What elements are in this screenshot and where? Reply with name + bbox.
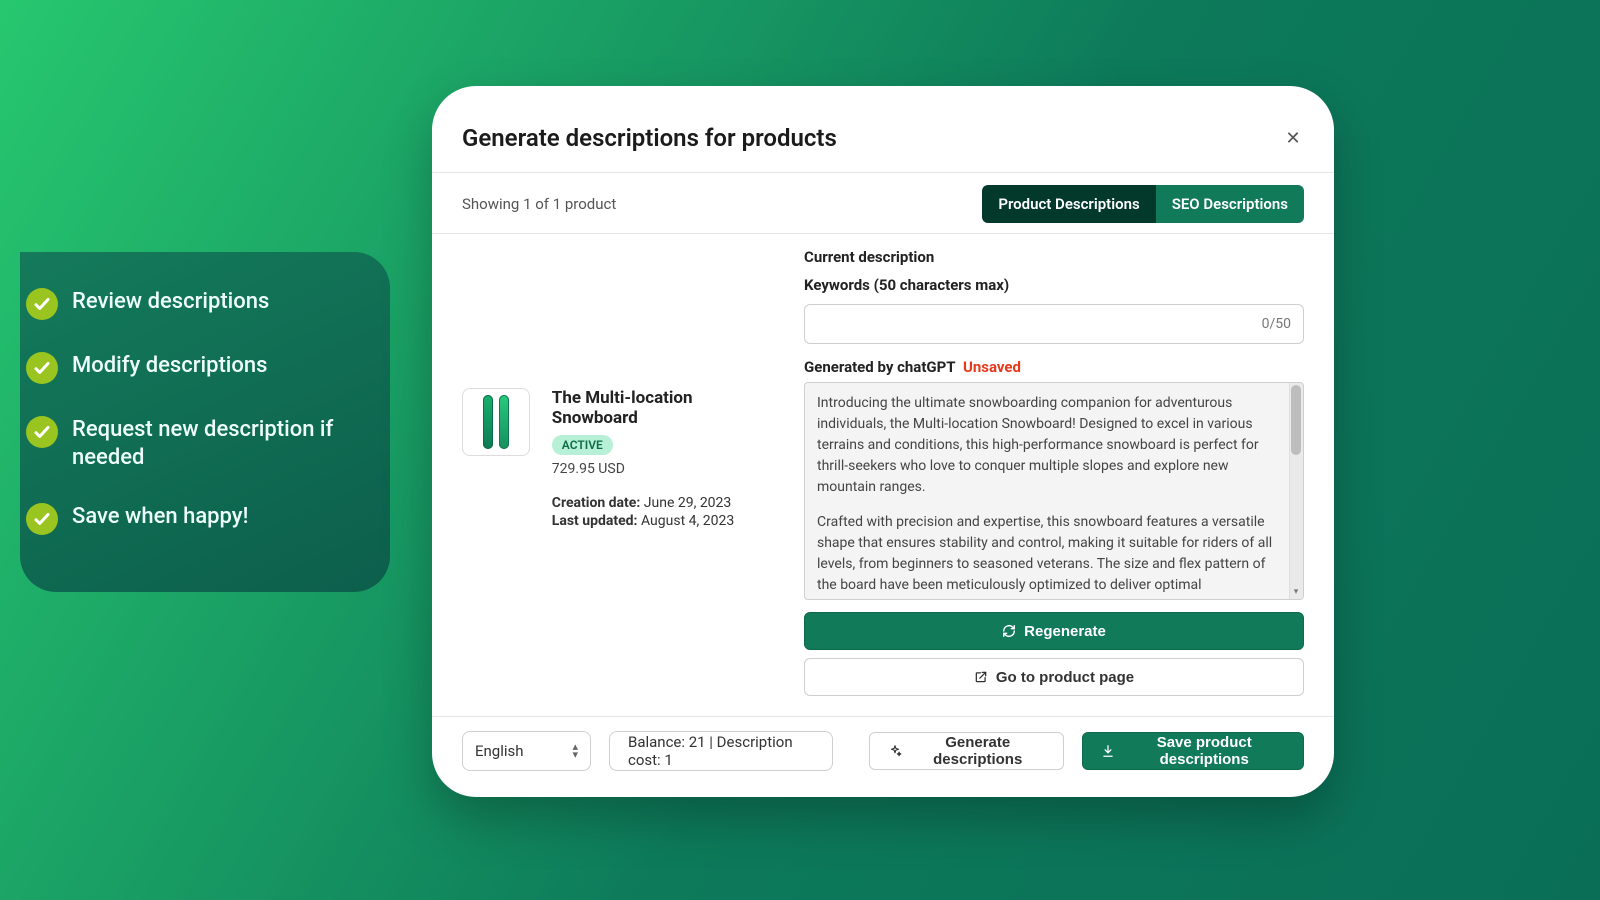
close-button[interactable]: ✕: [1282, 127, 1304, 149]
save-button-label: Save product descriptions: [1123, 734, 1285, 768]
product-meta: The Multi-location Snowboard ACTIVE 729.…: [552, 388, 782, 531]
creation-date: Creation date: June 29, 2023: [552, 495, 782, 511]
unsaved-badge: Unsaved: [963, 358, 1021, 376]
feature-item: Save when happy!: [26, 503, 366, 535]
description-tabs: Product Descriptions SEO Descriptions: [982, 185, 1304, 223]
creation-date-label: Creation date:: [552, 495, 641, 511]
refresh-icon: [1002, 624, 1016, 638]
status-badge: ACTIVE: [552, 435, 613, 455]
keywords-counter: 0/50: [1262, 316, 1291, 332]
generate-descriptions-button[interactable]: Generate descriptions: [869, 732, 1064, 770]
scrollbar[interactable]: ▾: [1289, 383, 1303, 599]
balance-text: Balance: 21 | Description cost: 1: [628, 733, 814, 769]
product-info-column: The Multi-location Snowboard ACTIVE 729.…: [462, 248, 782, 696]
creation-date-value: June 29, 2023: [644, 495, 732, 511]
generated-by-label: Generated by chatGPT: [804, 358, 955, 376]
tab-product-descriptions[interactable]: Product Descriptions: [982, 185, 1155, 223]
language-select[interactable]: English ▴▾: [462, 731, 591, 771]
language-value: English: [475, 742, 524, 760]
regenerate-label: Regenerate: [1024, 623, 1106, 640]
feature-text: Save when happy!: [72, 503, 248, 531]
product-price: 729.95 USD: [552, 461, 782, 477]
feature-text: Request new description if needed: [72, 416, 366, 471]
check-icon: [26, 288, 58, 320]
modal-header: Generate descriptions for products ✕: [462, 124, 1304, 160]
feature-item: Review descriptions: [26, 288, 366, 320]
last-updated: Last updated: August 4, 2023: [552, 513, 782, 529]
feature-text: Review descriptions: [72, 288, 269, 316]
generate-descriptions-label: Generate descriptions: [910, 734, 1045, 768]
regenerate-button[interactable]: Regenerate: [804, 612, 1304, 650]
tab-seo-descriptions[interactable]: SEO Descriptions: [1156, 185, 1304, 223]
modal-title: Generate descriptions for products: [462, 124, 837, 152]
modal-body: The Multi-location Snowboard ACTIVE 729.…: [462, 234, 1304, 696]
scrollbar-thumb[interactable]: [1291, 385, 1301, 455]
external-link-icon: [974, 670, 988, 684]
generated-header: Generated by chatGPT Unsaved: [804, 358, 1304, 376]
modal-footer: English ▴▾ Balance: 21 | Description cos…: [462, 731, 1304, 771]
generated-paragraph: Introducing the ultimate snowboarding co…: [817, 393, 1285, 498]
generated-paragraph: Crafted with precision and expertise, th…: [817, 512, 1285, 600]
feature-card: Review descriptions Modify descriptions …: [20, 252, 390, 592]
feature-item: Request new description if needed: [26, 416, 366, 471]
balance-info: Balance: 21 | Description cost: 1: [609, 731, 833, 771]
current-description-label: Current description: [804, 248, 1304, 266]
description-column: Current description Keywords (50 charact…: [804, 248, 1304, 696]
snowboard-icon: [499, 395, 509, 449]
snowboard-icon: [483, 395, 493, 449]
check-icon: [26, 503, 58, 535]
scroll-down-icon[interactable]: ▾: [1291, 588, 1301, 598]
product-title: The Multi-location Snowboard: [552, 388, 782, 428]
check-icon: [26, 416, 58, 448]
last-updated-label: Last updated:: [552, 513, 638, 529]
save-product-descriptions-button[interactable]: Save product descriptions: [1082, 732, 1304, 770]
generated-textarea[interactable]: Introducing the ultimate snowboarding co…: [804, 382, 1304, 600]
feature-item: Modify descriptions: [26, 352, 366, 384]
showing-count: Showing 1 of 1 product: [462, 195, 616, 213]
keywords-input[interactable]: [817, 316, 1262, 332]
save-down-icon: [1101, 744, 1115, 758]
last-updated-value: August 4, 2023: [641, 513, 734, 529]
keywords-field-wrapper: 0/50: [804, 304, 1304, 344]
goto-product-label: Go to product page: [996, 669, 1134, 686]
goto-product-page-button[interactable]: Go to product page: [804, 658, 1304, 696]
divider: [432, 716, 1334, 717]
subheader: Showing 1 of 1 product Product Descripti…: [462, 173, 1304, 233]
select-chevron-icon: ▴▾: [572, 743, 578, 758]
keywords-label: Keywords (50 characters max): [804, 276, 1304, 294]
feature-text: Modify descriptions: [72, 352, 267, 380]
product-thumbnail[interactable]: [462, 388, 530, 456]
sparkle-icon: [888, 744, 902, 758]
check-icon: [26, 352, 58, 384]
generate-descriptions-modal: Generate descriptions for products ✕ Sho…: [432, 86, 1334, 797]
